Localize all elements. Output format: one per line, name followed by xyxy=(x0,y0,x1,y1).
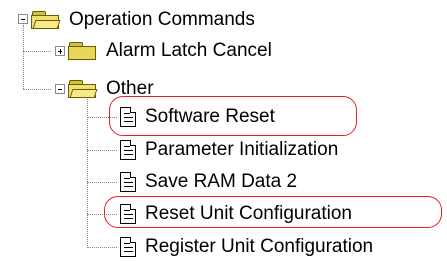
document-icon xyxy=(120,237,136,257)
collapse-toggle-operation-commands[interactable] xyxy=(18,14,28,24)
document-icon xyxy=(120,140,136,160)
collapse-toggle-other[interactable] xyxy=(55,84,65,94)
tree-node-alarm-latch-cancel[interactable]: Alarm Latch Cancel xyxy=(68,38,272,64)
highlight-oval-reset-unit-configuration xyxy=(104,196,442,228)
expand-toggle-alarm-latch-cancel[interactable] xyxy=(55,46,65,56)
tree-connector xyxy=(23,51,51,52)
tree-node-label: Save RAM Data 2 xyxy=(145,171,298,192)
highlight-oval-software-reset xyxy=(109,96,357,136)
folder-icon xyxy=(68,41,98,61)
open-folder-icon xyxy=(31,10,61,30)
tree-node-save-ram-data-2[interactable]: Save RAM Data 2 xyxy=(120,169,297,195)
tree-connector xyxy=(23,25,24,89)
tree-node-parameter-initialization[interactable]: Parameter Initialization xyxy=(120,137,338,163)
tree-node-operation-commands[interactable]: Operation Commands xyxy=(31,7,255,33)
tree-connector xyxy=(87,247,117,248)
tree-view: Operation Commands Alarm Latch Cancel Ot… xyxy=(0,0,447,261)
tree-node-register-unit-configuration[interactable]: Register Unit Configuration xyxy=(120,234,373,260)
tree-connector xyxy=(87,150,117,151)
open-folder-icon xyxy=(68,79,98,99)
tree-connector xyxy=(87,182,117,183)
tree-node-label: Operation Commands xyxy=(69,9,255,30)
tree-connector xyxy=(23,89,51,90)
tree-node-label: Alarm Latch Cancel xyxy=(106,40,272,61)
document-icon xyxy=(120,172,136,192)
tree-node-label: Register Unit Configuration xyxy=(145,236,374,257)
tree-node-label: Parameter Initialization xyxy=(145,139,339,160)
